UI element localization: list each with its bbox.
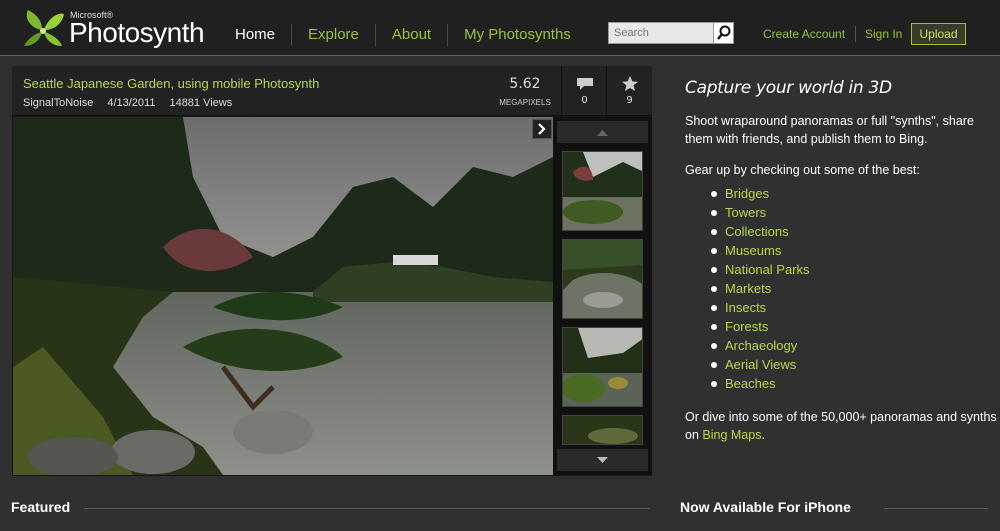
synth-meta: SignalToNoise 4/13/2011 14881 Views — [23, 97, 232, 109]
best-link-forests[interactable]: Forests — [725, 319, 768, 334]
sign-in-link[interactable]: Sign In — [865, 27, 902, 41]
best-link-collections[interactable]: Collections — [725, 224, 789, 239]
thumbnail-image — [563, 416, 642, 444]
list-item[interactable]: Towers — [709, 203, 810, 222]
nav-home[interactable]: Home — [226, 24, 293, 46]
star-icon — [622, 76, 638, 91]
nav-my-photosynths[interactable]: My Photosynths — [448, 24, 587, 46]
bing-maps-link[interactable]: Bing Maps — [702, 428, 761, 442]
bullet-icon — [711, 229, 717, 235]
bullet-icon — [711, 210, 717, 216]
upload-button[interactable]: Upload — [911, 23, 966, 45]
bullet-icon — [711, 381, 717, 387]
list-item[interactable]: Archaeology — [709, 336, 810, 355]
list-item[interactable]: Insects — [709, 298, 810, 317]
best-link-towers[interactable]: Towers — [725, 205, 766, 220]
header-divider — [855, 26, 856, 42]
thumbnail-image — [563, 328, 642, 406]
chevron-right-icon — [538, 123, 546, 135]
thumbnail[interactable] — [562, 239, 643, 319]
best-link-markets[interactable]: Markets — [725, 281, 771, 296]
thumbnail-strip — [553, 117, 652, 475]
megapixels-label: MEGAPIXELS — [499, 98, 551, 107]
best-of-list: Bridges Towers Collections Museums Natio… — [709, 184, 810, 393]
best-link-national-parks[interactable]: National Parks — [725, 262, 810, 277]
photosynth-logo[interactable]: Microsoft® Photosynth — [22, 8, 212, 48]
bullet-icon — [711, 267, 717, 273]
triangle-down-icon — [597, 457, 608, 463]
bullet-icon — [711, 305, 717, 311]
favorites-count: 9 — [626, 95, 633, 106]
list-item[interactable]: Aerial Views — [709, 355, 810, 374]
next-arrow-button[interactable] — [532, 119, 552, 139]
gear-up-text: Gear up by checking out some of the best… — [685, 163, 920, 177]
list-item[interactable]: Forests — [709, 317, 810, 336]
triangle-up-icon — [597, 130, 608, 136]
comments-count: 0 — [581, 95, 588, 106]
thumbnail[interactable] — [562, 415, 643, 445]
search-button[interactable] — [713, 23, 733, 43]
list-item[interactable]: Beaches — [709, 374, 810, 393]
best-link-beaches[interactable]: Beaches — [725, 376, 776, 391]
photosynth-leaf-icon — [24, 10, 64, 46]
nav-about[interactable]: About — [376, 24, 449, 46]
nav-explore[interactable]: Explore — [292, 24, 376, 46]
synth-photo[interactable] — [13, 117, 553, 475]
best-link-museums[interactable]: Museums — [725, 243, 781, 258]
thumbnail-image — [563, 240, 642, 318]
search-box — [608, 22, 734, 44]
featured-heading: Featured — [11, 499, 71, 515]
main-nav: Home Explore About My Photosynths — [226, 24, 587, 46]
thumbs-down-button[interactable] — [557, 449, 648, 471]
iphone-heading: Now Available For iPhone — [680, 499, 851, 515]
list-item[interactable]: Markets — [709, 279, 810, 298]
comments-button[interactable]: 0 — [561, 66, 606, 116]
logo-wordmark: Photosynth — [69, 17, 205, 48]
comment-icon — [577, 78, 593, 90]
list-item[interactable]: National Parks — [709, 260, 810, 279]
thumbnail[interactable] — [562, 327, 643, 407]
best-link-aerial-views[interactable]: Aerial Views — [725, 357, 796, 372]
best-link-archaeology[interactable]: Archaeology — [725, 338, 797, 353]
search-icon — [717, 25, 731, 40]
intro-panel: Capture your world in 3D Shoot wraparoun… — [685, 78, 1000, 442]
dive-text: Or dive into some of the 50,000+ panoram… — [685, 408, 997, 444]
intro-text: Shoot wraparound panoramas or full "synt… — [685, 114, 974, 146]
best-link-insects[interactable]: Insects — [725, 300, 766, 315]
list-item[interactable]: Bridges — [709, 184, 810, 203]
bullet-icon — [711, 343, 717, 349]
best-link-bridges[interactable]: Bridges — [725, 186, 769, 201]
dive-text-end: . — [761, 428, 765, 442]
bullet-icon — [711, 362, 717, 368]
synth-date: 4/13/2011 — [107, 97, 156, 109]
search-input[interactable] — [609, 23, 713, 43]
list-item[interactable]: Collections — [709, 222, 810, 241]
garden-photo-image — [13, 117, 553, 475]
create-account-link[interactable]: Create Account — [763, 27, 845, 41]
synth-viewer: Seattle Japanese Garden, using mobile Ph… — [12, 66, 652, 476]
thumbs-up-button[interactable] — [557, 121, 648, 143]
bullet-icon — [711, 324, 717, 330]
synth-views: 14881 Views — [169, 97, 233, 109]
intro-heading: Capture your world in 3D — [685, 78, 892, 98]
iphone-divider — [884, 508, 988, 509]
synth-author[interactable]: SignalToNoise — [23, 97, 93, 109]
featured-divider — [84, 508, 650, 509]
site-header: Microsoft® Photosynth Home Explore About… — [0, 0, 1000, 56]
thumbnail[interactable] — [562, 151, 643, 231]
synth-info-bar: Seattle Japanese Garden, using mobile Ph… — [12, 66, 652, 116]
megapixels-value: 5.62 — [509, 76, 541, 92]
synth-title[interactable]: Seattle Japanese Garden, using mobile Ph… — [23, 76, 319, 91]
bullet-icon — [711, 191, 717, 197]
list-item[interactable]: Museums — [709, 241, 810, 260]
bullet-icon — [711, 248, 717, 254]
favorites-button[interactable]: 9 — [606, 66, 651, 116]
bullet-icon — [711, 286, 717, 292]
thumbnail-image — [563, 152, 642, 230]
